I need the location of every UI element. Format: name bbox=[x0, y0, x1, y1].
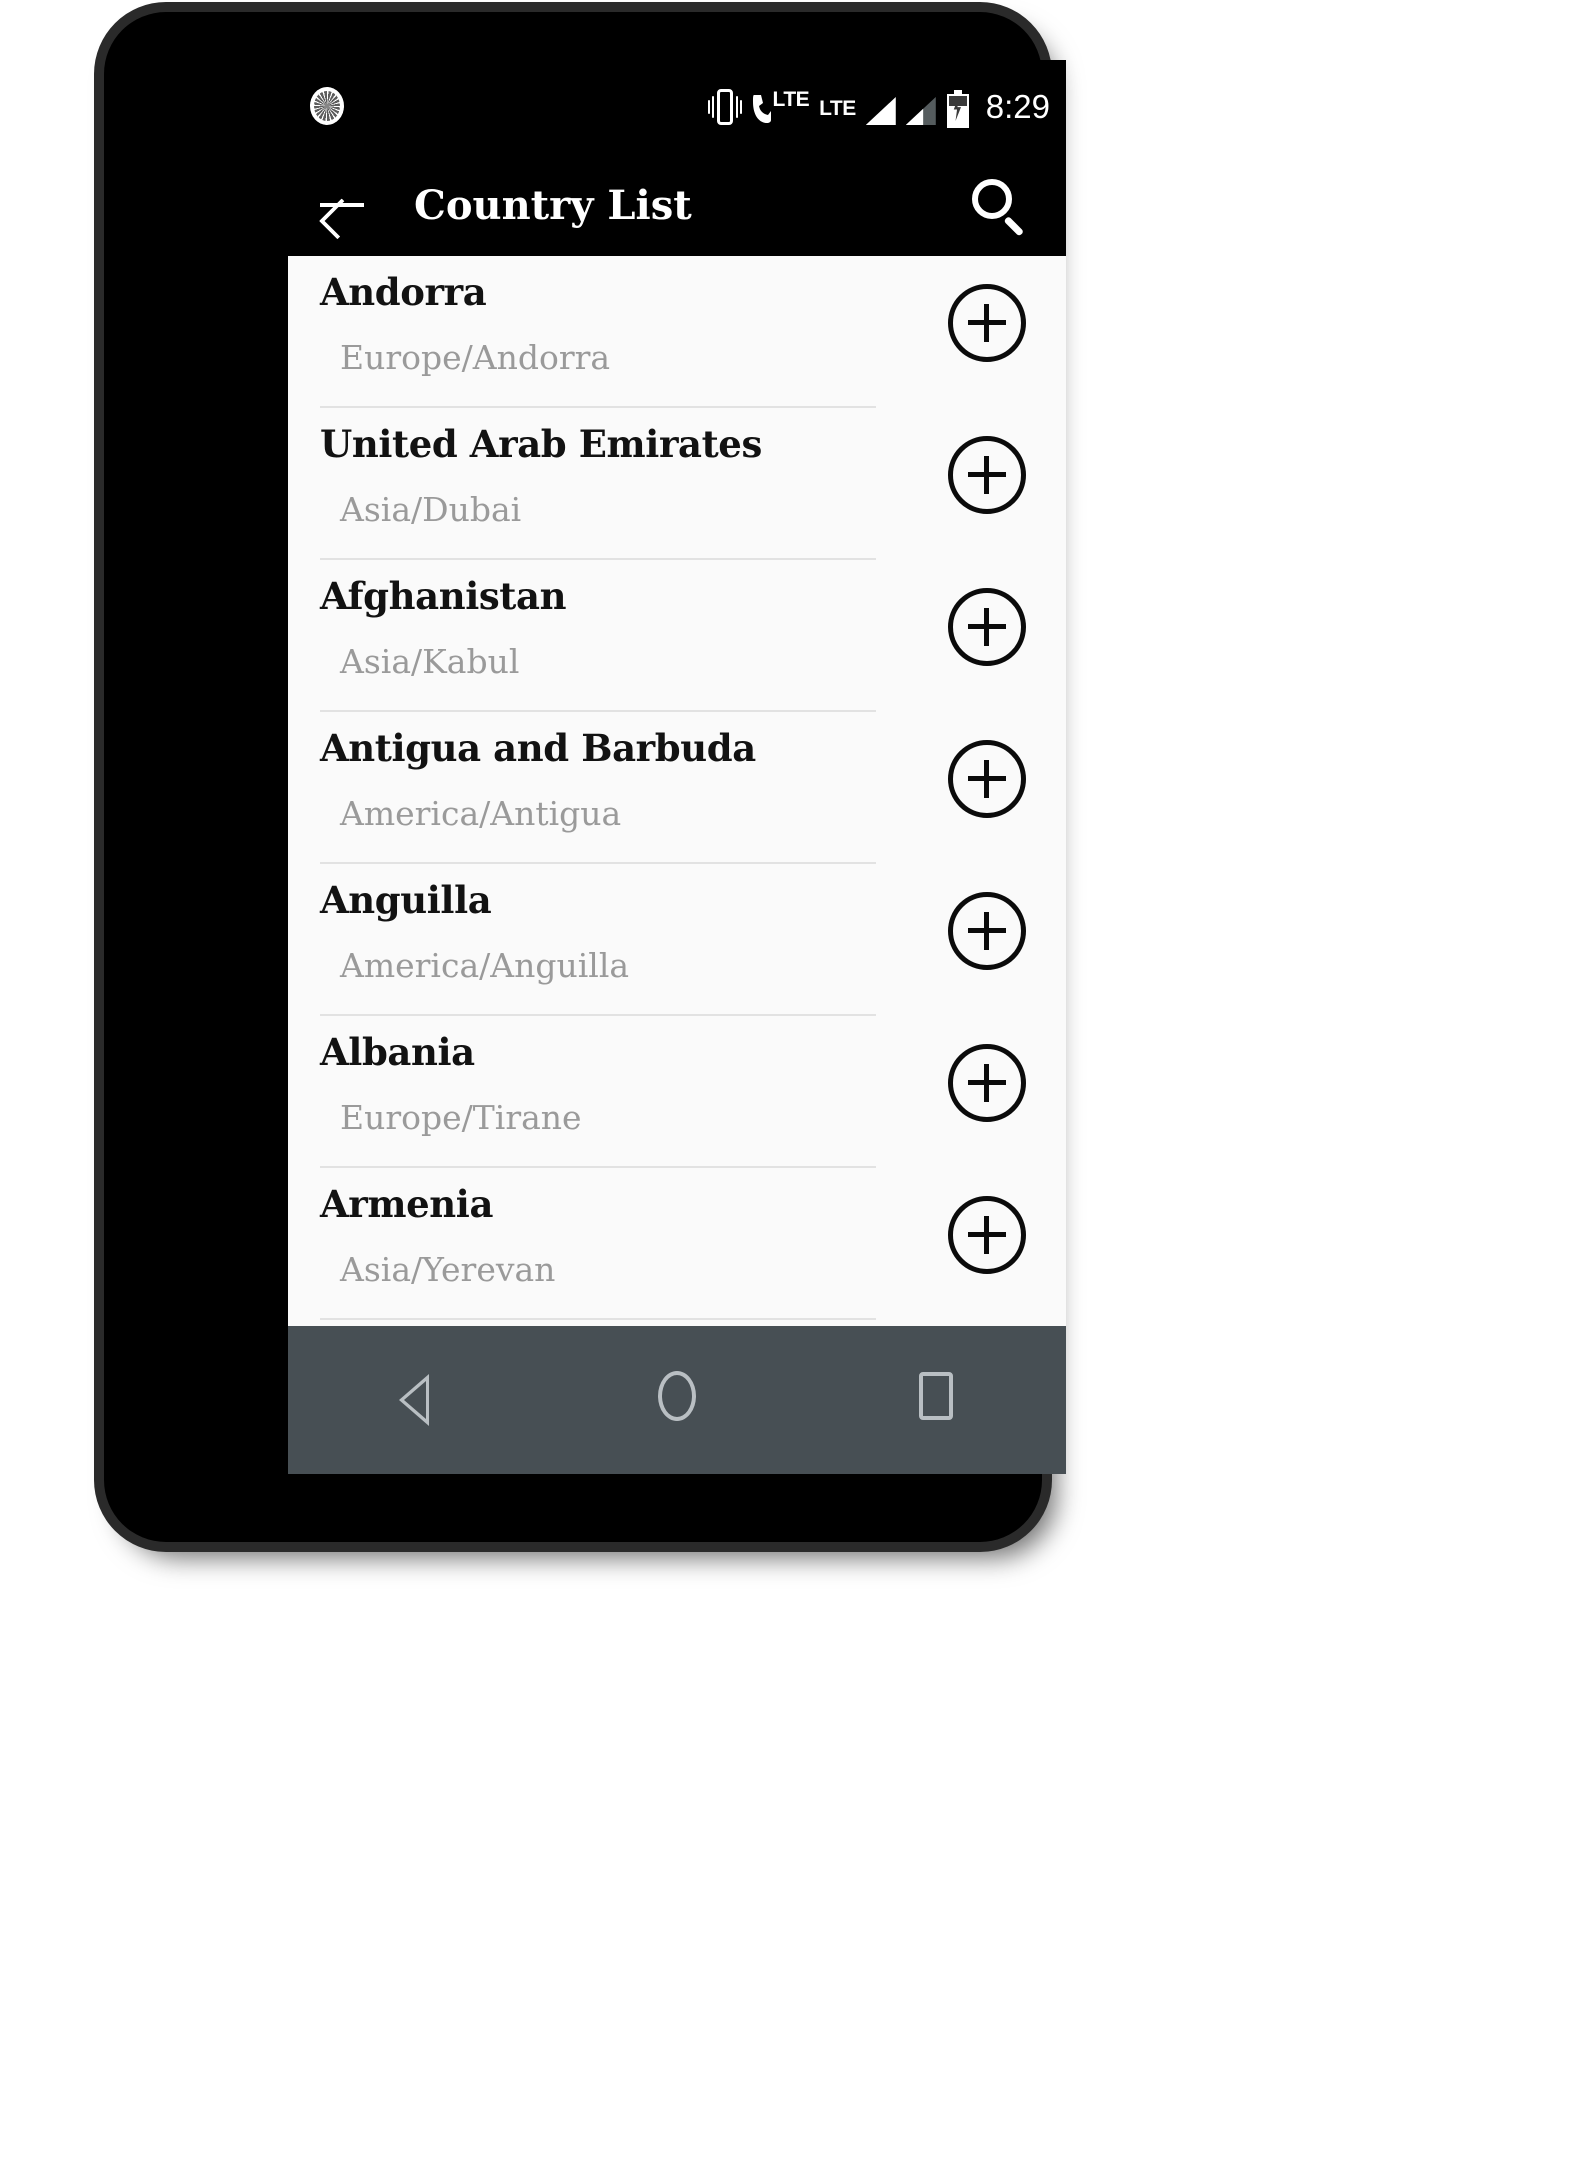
signal-partial-icon bbox=[905, 97, 936, 125]
status-bar-right-icons: LTE LTE 8:29 bbox=[707, 80, 1050, 134]
list-item[interactable]: Anguilla America/Anguilla bbox=[288, 864, 1066, 1016]
plus-circle-icon[interactable] bbox=[948, 892, 1026, 970]
list-item-text-group: Anguilla America/Anguilla bbox=[320, 864, 880, 1016]
status-bar-clock: 8:29 bbox=[985, 88, 1050, 125]
country-name: Andorra bbox=[320, 270, 487, 314]
country-name: Albania bbox=[320, 1030, 475, 1074]
signal-full-icon bbox=[865, 97, 896, 125]
nav-home-button[interactable] bbox=[622, 1345, 732, 1455]
country-timezone: Asia/Yerevan bbox=[340, 1250, 556, 1289]
country-timezone: America/Anguilla bbox=[340, 946, 630, 985]
device-frame: LTE LTE 8:29 Country List Andorra Europe… bbox=[104, 12, 1066, 1542]
nav-recents-button[interactable] bbox=[881, 1345, 991, 1455]
nav-recents-icon bbox=[919, 1372, 954, 1420]
battery-charging-icon bbox=[946, 90, 970, 128]
country-timezone: Asia/Kabul bbox=[340, 642, 520, 681]
list-item[interactable]: United Arab Emirates Asia/Dubai bbox=[288, 408, 1066, 560]
list-item-text-group: Armenia Asia/Yerevan bbox=[320, 1168, 880, 1320]
list-item[interactable]: Andorra Europe/Andorra bbox=[288, 256, 1066, 408]
country-timezone: Asia/Dubai bbox=[340, 490, 522, 529]
vibrate-icon bbox=[707, 87, 742, 127]
country-list[interactable]: Andorra Europe/Andorra United Arab Emira… bbox=[288, 256, 1066, 1326]
page-title: Country List bbox=[414, 181, 692, 229]
plus-circle-icon[interactable] bbox=[948, 1196, 1026, 1274]
plus-circle-icon[interactable] bbox=[948, 284, 1026, 362]
plus-circle-icon[interactable] bbox=[948, 1044, 1026, 1122]
plus-circle-icon[interactable] bbox=[948, 436, 1026, 514]
call-lte-icon: LTE bbox=[752, 87, 810, 127]
list-item[interactable]: Albania Europe/Tirane bbox=[288, 1016, 1066, 1168]
country-name: Afghanistan bbox=[320, 574, 567, 618]
list-item-text-group: Antigua and Barbuda America/Antigua bbox=[320, 712, 880, 864]
status-bar: LTE LTE 8:29 bbox=[288, 60, 1066, 154]
app-bar: Country List bbox=[288, 154, 1066, 256]
nav-back-button[interactable] bbox=[363, 1345, 473, 1455]
country-name: Armenia bbox=[320, 1182, 494, 1226]
country-timezone: Europe/Tirane bbox=[340, 1098, 582, 1137]
lte-label-2: LTE bbox=[819, 97, 856, 120]
country-name: Anguilla bbox=[320, 878, 492, 922]
sync-spinner-icon bbox=[310, 87, 344, 125]
search-button[interactable] bbox=[966, 174, 1032, 240]
nav-home-icon bbox=[657, 1371, 696, 1421]
system-navigation-bar bbox=[288, 1326, 1066, 1474]
device-screen: LTE LTE 8:29 Country List Andorra Europe… bbox=[288, 60, 1066, 1474]
country-timezone: Europe/Andorra bbox=[340, 338, 611, 377]
country-name: United Arab Emirates bbox=[320, 422, 762, 466]
lte-label-1: LTE bbox=[772, 88, 810, 111]
list-item-text-group: Andorra Europe/Andorra bbox=[320, 256, 880, 408]
list-item[interactable]: Afghanistan Asia/Kabul bbox=[288, 560, 1066, 712]
plus-circle-icon[interactable] bbox=[948, 740, 1026, 818]
status-bar-left-icons bbox=[310, 87, 344, 125]
list-item-text-group: United Arab Emirates Asia/Dubai bbox=[320, 408, 880, 560]
list-item-text-group: Albania Europe/Tirane bbox=[320, 1016, 880, 1168]
nav-back-icon bbox=[398, 1374, 429, 1426]
plus-circle-icon[interactable] bbox=[948, 588, 1026, 666]
back-button[interactable] bbox=[312, 174, 374, 240]
list-item-text-group: Afghanistan Asia/Kabul bbox=[320, 560, 880, 712]
country-timezone: America/Antigua bbox=[340, 794, 622, 833]
list-item[interactable]: Armenia Asia/Yerevan bbox=[288, 1168, 1066, 1320]
phone-handset-icon bbox=[752, 93, 774, 127]
country-name: Antigua and Barbuda bbox=[320, 726, 756, 770]
list-item[interactable]: Antigua and Barbuda America/Antigua bbox=[288, 712, 1066, 864]
